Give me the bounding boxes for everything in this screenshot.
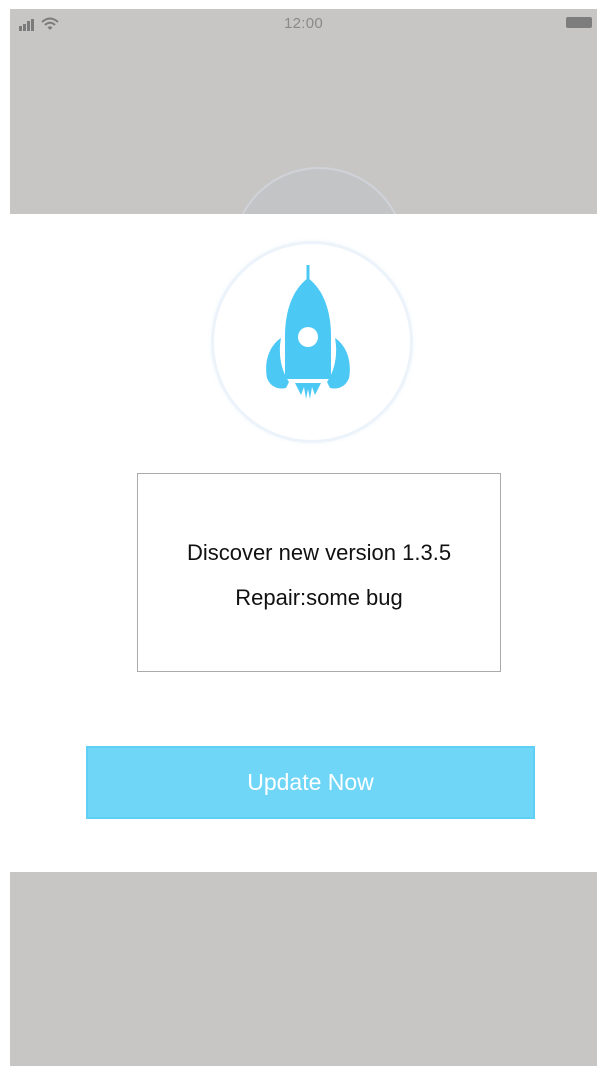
status-time: 12:00 — [283, 15, 324, 32]
repair-text: Repair:some bug — [235, 585, 403, 610]
update-dialog: Discover new version 1.3.5 Repair:some b… — [10, 214, 597, 872]
phone-screen: 12:00 Discover new version 1.3.5 Repair:… — [10, 9, 597, 1066]
battery-icon — [566, 17, 592, 28]
rocket-icon — [266, 265, 350, 399]
update-now-button[interactable]: Update Now — [86, 746, 535, 819]
status-bar: 12:00 — [10, 9, 597, 39]
version-text: Discover new version 1.3.5 — [186, 540, 452, 565]
update-message-box: Discover new version 1.3.5 Repair:some b… — [137, 473, 501, 672]
